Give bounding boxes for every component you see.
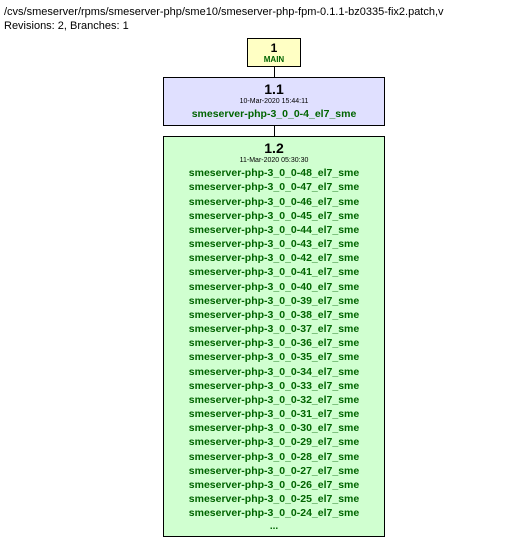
- revision-tag: smeserver-php-3_0_0-44_el7_sme: [189, 223, 359, 237]
- revision-tag: smeserver-php-3_0_0-46_el7_sme: [189, 195, 359, 209]
- revision-tags: smeserver-php-3_0_0-48_el7_smesmeserver-…: [189, 166, 359, 520]
- revision-tag: smeserver-php-3_0_0-40_el7_sme: [189, 280, 359, 294]
- revision-tag: smeserver-php-3_0_0-29_el7_sme: [189, 435, 359, 449]
- revision-tag: smeserver-php-3_0_0-37_el7_sme: [189, 322, 359, 336]
- revisions-summary: Revisions: 2, Branches: 1: [4, 20, 514, 32]
- revision-version: 1.1: [264, 81, 283, 97]
- branch-number: 1: [271, 41, 278, 55]
- revision-tag: smeserver-php-3_0_0-4_el7_sme: [192, 107, 357, 121]
- revision-tag: smeserver-php-3_0_0-34_el7_sme: [189, 365, 359, 379]
- revision-tag: smeserver-php-3_0_0-45_el7_sme: [189, 209, 359, 223]
- revision-tag: smeserver-php-3_0_0-32_el7_sme: [189, 393, 359, 407]
- revision-tags: smeserver-php-3_0_0-4_el7_sme: [192, 107, 357, 121]
- revision-tag: smeserver-php-3_0_0-38_el7_sme: [189, 308, 359, 322]
- connector-line: [274, 126, 275, 136]
- cvs-graph: 1 MAIN 1.1 10-Mar-2020 15:44:11 smeserve…: [34, 38, 514, 537]
- revision-tag: smeserver-php-3_0_0-41_el7_sme: [189, 265, 359, 279]
- revision-tag: smeserver-php-3_0_0-27_el7_sme: [189, 464, 359, 478]
- revision-tag: smeserver-php-3_0_0-26_el7_sme: [189, 478, 359, 492]
- file-path: /cvs/smeserver/rpms/smeserver-php/sme10/…: [4, 6, 514, 18]
- revision-tag: smeserver-php-3_0_0-36_el7_sme: [189, 336, 359, 350]
- revision-tag: smeserver-php-3_0_0-33_el7_sme: [189, 379, 359, 393]
- revision-version: 1.2: [264, 140, 283, 156]
- revision-tag: smeserver-php-3_0_0-25_el7_sme: [189, 492, 359, 506]
- revision-tag: smeserver-php-3_0_0-42_el7_sme: [189, 251, 359, 265]
- tags-ellipsis: ...: [270, 521, 278, 532]
- revision-date: 11-Mar-2020 05:30:30: [240, 157, 309, 164]
- branch-label: MAIN: [264, 55, 284, 64]
- revision-tag: smeserver-php-3_0_0-43_el7_sme: [189, 237, 359, 251]
- connector-line: [274, 67, 275, 77]
- revision-tag: smeserver-php-3_0_0-31_el7_sme: [189, 407, 359, 421]
- revision-date: 10-Mar-2020 15:44:11: [240, 98, 309, 105]
- revision-node-1-2: 1.2 11-Mar-2020 05:30:30 smeserver-php-3…: [163, 136, 385, 537]
- revision-tag: smeserver-php-3_0_0-47_el7_sme: [189, 180, 359, 194]
- revision-tag: smeserver-php-3_0_0-24_el7_sme: [189, 506, 359, 520]
- revision-tag: smeserver-php-3_0_0-28_el7_sme: [189, 450, 359, 464]
- revision-tag: smeserver-php-3_0_0-35_el7_sme: [189, 350, 359, 364]
- revision-tag: smeserver-php-3_0_0-30_el7_sme: [189, 421, 359, 435]
- branch-main-node: 1 MAIN: [247, 38, 301, 67]
- revision-tag: smeserver-php-3_0_0-39_el7_sme: [189, 294, 359, 308]
- revision-tag: smeserver-php-3_0_0-48_el7_sme: [189, 166, 359, 180]
- revision-node-1-1: 1.1 10-Mar-2020 15:44:11 smeserver-php-3…: [163, 77, 385, 126]
